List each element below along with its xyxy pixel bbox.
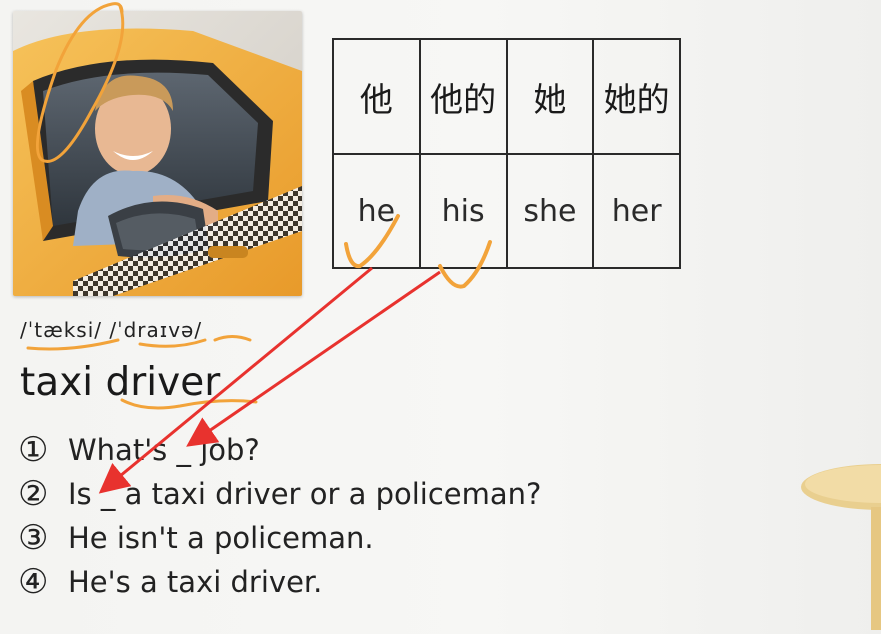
wooden-table-decoration (801, 462, 881, 634)
table-cell: 他 (332, 38, 421, 155)
pronoun-table: 他 他的 她 她的 he his she her (332, 38, 681, 269)
table-cell: 她 (505, 38, 595, 155)
sentence-text: What's _ job? (68, 433, 260, 467)
sentence-number: ② (18, 474, 49, 514)
underline-mark (213, 335, 252, 342)
list-item: ④ He's a taxi driver. (18, 560, 541, 604)
table-cell: his (418, 153, 508, 269)
list-item: ③ He isn't a policeman. (18, 516, 541, 560)
sentence-text: Is _ a taxi driver or a policeman? (68, 477, 542, 511)
sentence-number: ③ (18, 518, 49, 558)
sentence-text: He isn't a policeman. (68, 521, 374, 555)
table-cell: he (332, 153, 421, 269)
sentence-number: ④ (18, 562, 49, 602)
list-item: ① What's _ job? (18, 428, 541, 472)
sentence-number: ① (18, 430, 49, 470)
taxi-driver-photo (13, 11, 302, 296)
arrow-icon (186, 270, 441, 447)
sentence-text: He's a taxi driver. (68, 565, 323, 599)
table-cell: her (592, 153, 681, 269)
phonetic-transcription: /ˈtæksi/ /ˈdraɪvə/ (20, 318, 203, 342)
table-cell: 他的 (418, 38, 508, 155)
table-row-english: he his she her (332, 153, 681, 269)
vocabulary-word: taxi driver (20, 360, 221, 405)
table-cell: 她的 (592, 38, 681, 155)
table-cell: she (505, 153, 595, 269)
table-row-chinese: 他 他的 她 她的 (332, 38, 681, 155)
list-item: ② Is _ a taxi driver or a policeman? (18, 472, 541, 516)
sentence-list: ① What's _ job? ② Is _ a taxi driver or … (18, 428, 541, 604)
